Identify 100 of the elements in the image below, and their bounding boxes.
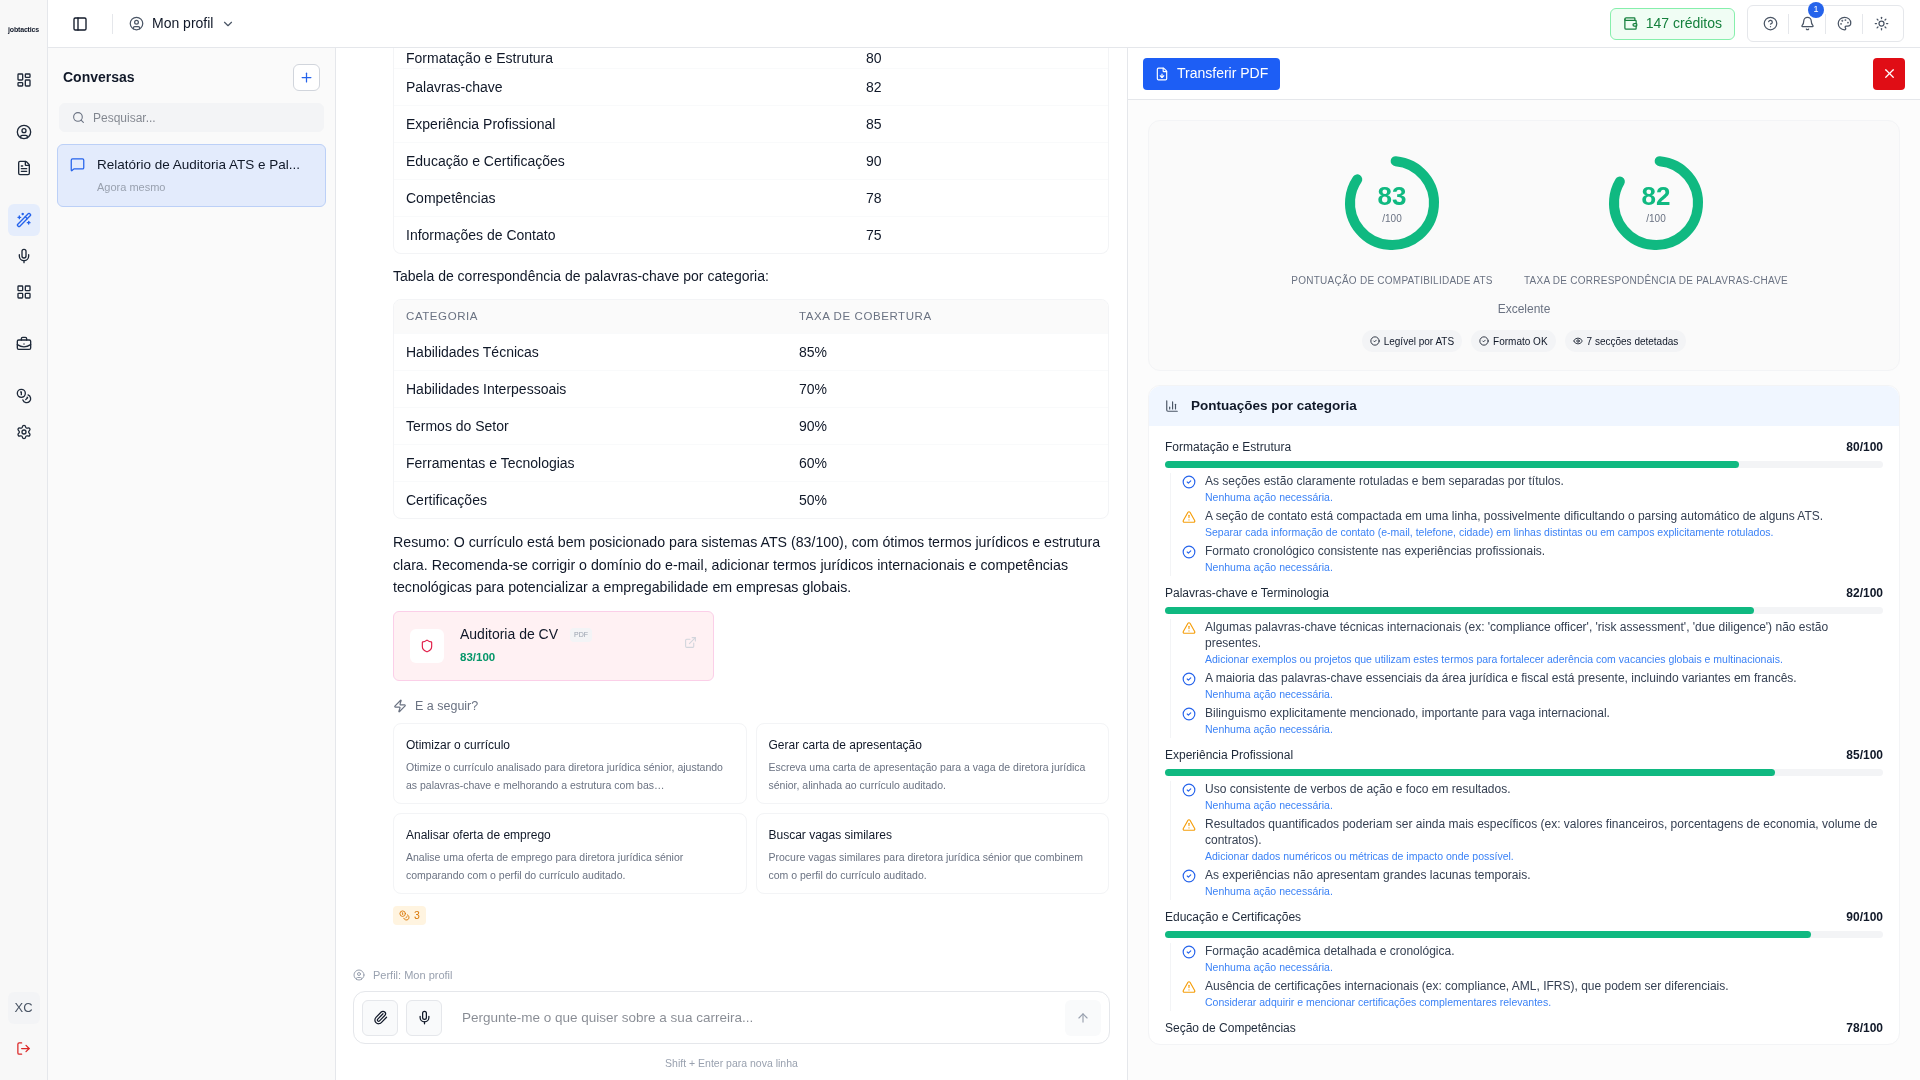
table-cell-text: Certificações bbox=[406, 490, 488, 510]
suggestion-card[interactable]: Otimizar o currículo Otimize o currículo analisado para diretora jurídica sénior, ajustando as palavras-chave e melhorando a estrutura com bas… bbox=[393, 723, 747, 805]
recommendation-text: Nenhuma ação necessária. bbox=[1205, 884, 1334, 899]
voice-button[interactable] bbox=[406, 999, 442, 1036]
suggestion-title: Gerar carta de apresentação bbox=[768, 737, 923, 755]
message-field[interactable]: Pergunte-me o que quiser sobre a sua carreira... bbox=[353, 991, 1110, 1045]
warning-icon bbox=[1182, 621, 1196, 635]
conversation-time: Agora mesmo bbox=[97, 180, 167, 196]
attachment-title: Auditoria de CV bbox=[460, 625, 559, 645]
gauge-max: /100 bbox=[1646, 211, 1666, 226]
suggestion-description: Otimize o currículo analisado para diretora jurídica sénior, ajustando as palavras-chave e melhorando a estrutura com bas… bbox=[406, 760, 724, 794]
credits-button[interactable]: 147 créditos bbox=[1609, 7, 1735, 40]
category-name: Educação e Certificações bbox=[1165, 908, 1302, 926]
palette-icon bbox=[1836, 16, 1852, 31]
recommendation-text: Nenhuma ação necessária. bbox=[1205, 798, 1334, 813]
recommendation-text: Nenhuma ação necessária. bbox=[1205, 722, 1334, 737]
paperclip-icon bbox=[372, 1010, 388, 1026]
summary-paragraph: Resumo: O currículo está bem posicionado para sistemas ATS (83/100), com ótimos termos jurídicos e estrutura clara. Recomenda-se corrigir o domínio do e-mail, adicionar termos jurídicos internacionais e competências tecnológicas para potencializar a empregabilidade em empresas globais. bbox=[393, 533, 1102, 597]
check-circle-icon bbox=[1182, 545, 1196, 559]
suggestion-card[interactable]: Gerar carta de apresentação Escreva uma carta de apresentação para a vaga de diretora jurídica sénior, alinhada ao currículo auditado. bbox=[755, 723, 1109, 805]
close-button[interactable] bbox=[1873, 57, 1905, 90]
category-name: Seção de Competências bbox=[1165, 1019, 1296, 1037]
finding-text: A seção de contato está compactada em uma linha, possivelmente dificultando o parsing automático de alguns ATS. bbox=[1205, 508, 1824, 524]
new-conversation-button[interactable] bbox=[293, 64, 320, 91]
panel-title: Conversas bbox=[63, 68, 135, 87]
suggestion-title: Otimizar o currículo bbox=[406, 737, 512, 755]
finding-text: A maioria das palavras-chave essenciais da área jurídica e fiscal está presente, incluindo variantes em francês. bbox=[1205, 670, 1797, 686]
status-chip: 7 secções detetadas bbox=[1564, 330, 1687, 352]
card-title: Pontuações por categoria bbox=[1191, 396, 1357, 415]
table-cell-text: 82 bbox=[866, 77, 882, 97]
suggestion-description: Procure vagas similares para diretora jurídica sénior que combinem com o perfil do currículo auditado. bbox=[768, 850, 1085, 884]
search-icon bbox=[72, 111, 85, 124]
table-cell-text: Ferramentas e Tecnologias bbox=[406, 453, 576, 473]
table-cell-text: 75 bbox=[866, 225, 882, 245]
arrow-up-icon bbox=[1076, 1010, 1090, 1025]
gauge-score: 82 bbox=[1641, 180, 1671, 211]
table-cell-text: 80 bbox=[866, 48, 882, 68]
sidebar-icon bbox=[72, 15, 88, 32]
finding-text: As seções estão claramente rotuladas e bem separadas por títulos. bbox=[1205, 473, 1564, 489]
check-circle-icon bbox=[1369, 336, 1380, 346]
message-input[interactable]: Pergunte-me o que quiser sobre a sua carreira... bbox=[462, 1007, 1057, 1028]
lightning-icon bbox=[393, 698, 407, 713]
suggestion-card[interactable]: Buscar vagas similares Procure vagas similares para diretora jurídica sénior que combinem com o perfil do currículo auditado. bbox=[755, 813, 1109, 895]
gauge-label: TAXA DE CORRESPONDÊNCIA DE PALAVRAS-CHAVE bbox=[1524, 273, 1788, 288]
table-cell-text: Educação e Certificações bbox=[406, 151, 566, 171]
check-circle-icon bbox=[1182, 869, 1196, 883]
table-cell-text: Experiência Profissional bbox=[406, 114, 557, 134]
table-cell-text: Formatação e Estrutura bbox=[406, 48, 555, 68]
category-name: Palavras-chave e Terminologia bbox=[1165, 584, 1329, 602]
table-cell-text: 90% bbox=[799, 416, 828, 436]
suggestion-title: Analisar oferta de emprego bbox=[406, 827, 552, 845]
category-score: 85/100 bbox=[1846, 746, 1883, 764]
table-cell-text: 90 bbox=[866, 151, 882, 171]
bell-icon bbox=[1799, 16, 1815, 31]
table-cell-text: 85% bbox=[799, 342, 828, 362]
category-score: 80/100 bbox=[1846, 438, 1883, 456]
recommendation-text: Adicionar exemplos ou projetos que utilizam estes termos para fortalecer aderência com vacancies globais e multinacionais. bbox=[1205, 652, 1784, 667]
profile-hint: Perfil: Mon profil bbox=[373, 967, 453, 983]
warning-icon bbox=[1182, 818, 1196, 832]
settings-icon bbox=[15, 424, 32, 440]
table-cell-text: 78 bbox=[866, 188, 882, 208]
chat-icon bbox=[70, 157, 85, 172]
external-link-icon bbox=[684, 635, 697, 649]
profile-selector[interactable]: Mon profil bbox=[129, 13, 236, 34]
category-name: Formatação e Estrutura bbox=[1165, 438, 1292, 456]
status-chip: Formato OK bbox=[1471, 330, 1556, 352]
attachment-score: 83/100 bbox=[460, 650, 497, 666]
rating-label: Excelente bbox=[1497, 301, 1551, 318]
sun-icon bbox=[1873, 16, 1889, 31]
search-input[interactable]: Pesquisar... bbox=[93, 108, 311, 127]
attach-button[interactable] bbox=[362, 999, 398, 1036]
search-field[interactable]: Pesquisar... bbox=[59, 103, 324, 132]
finding-text: Bilinguismo explicitamente mencionado, importante para vaga internacional. bbox=[1205, 705, 1610, 721]
recommendation-text: Separar cada informação de contato (e-mail, telefone, cidade) em linhas distintas ou em campos explicitamente rotulados. bbox=[1205, 525, 1775, 540]
conversation-title: Relatório de Auditoria ATS e Pal... bbox=[97, 156, 301, 174]
category-score: 90/100 bbox=[1846, 908, 1883, 926]
table-cell-text: Habilidades Técnicas bbox=[406, 342, 540, 362]
check-circle-icon bbox=[1479, 336, 1490, 346]
logout-icon bbox=[16, 1040, 31, 1056]
gauge-score: 83 bbox=[1377, 180, 1407, 211]
user-icon bbox=[353, 969, 365, 981]
suggestion-description: Escreva uma carta de apresentação para a vaga de diretora jurídica sénior, alinhada ao currículo auditado. bbox=[768, 760, 1087, 794]
gauge-label: PONTUAÇÃO DE COMPATIBILIDADE ATS bbox=[1291, 273, 1493, 288]
download-pdf-button[interactable]: Transferir PDF bbox=[1143, 57, 1281, 90]
finding-text: Formação acadêmica detalhada e cronológica. bbox=[1205, 943, 1455, 959]
document-icon bbox=[15, 160, 32, 176]
column-header: CATEGORIA bbox=[406, 308, 480, 324]
check-circle-icon bbox=[1182, 945, 1196, 959]
input-hint: Shift + Enter para nova linha bbox=[664, 1056, 799, 1072]
table-cell-text: Competências bbox=[406, 188, 497, 208]
finding-text: Ausência de certificações internacionais (ex: compliance, AML, IFRS), que podem ser diferenciais. bbox=[1205, 978, 1729, 994]
suggestion-card[interactable]: Analisar oferta de emprego Analise uma oferta de emprego para diretora jurídica sénior comparando com o perfil do currículo auditado. bbox=[393, 813, 747, 895]
conversation-item[interactable]: Relatório de Auditoria ATS e Pal... Agora mesmo bbox=[57, 144, 326, 207]
help-icon bbox=[1762, 16, 1778, 31]
coins-icon bbox=[399, 910, 410, 922]
status-chip: Legível por ATS bbox=[1361, 330, 1463, 352]
recommendation-text: Nenhuma ação necessária. bbox=[1205, 560, 1334, 575]
wallet-icon bbox=[1622, 16, 1638, 31]
table-cell-text: 70% bbox=[799, 379, 828, 399]
user-avatar[interactable]: XC bbox=[7, 992, 40, 1024]
